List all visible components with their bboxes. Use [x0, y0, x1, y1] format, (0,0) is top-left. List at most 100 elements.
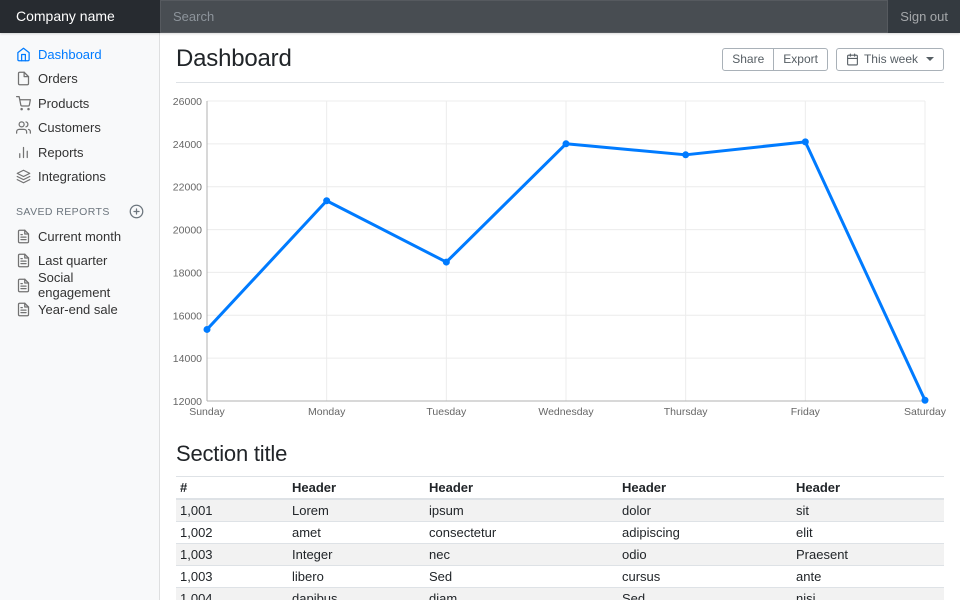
file-text-icon [16, 253, 31, 268]
svg-text:Thursday: Thursday [664, 406, 709, 418]
table-cell: dolor [618, 499, 792, 522]
table-row: 1,001Loremipsumdolorsit [176, 499, 944, 522]
saved-reports-list: Current month Last quarter Social engage… [0, 224, 160, 322]
svg-text:24000: 24000 [173, 139, 202, 151]
table-cell: ante [792, 566, 944, 588]
page-title: Dashboard [176, 45, 292, 73]
table-cell: odio [618, 544, 792, 566]
this-week-label: This week [864, 52, 918, 66]
svg-text:18000: 18000 [173, 267, 202, 279]
top-navbar: Company name Sign out [0, 0, 960, 33]
column-header: Header [288, 477, 425, 500]
table-cell: nec [425, 544, 618, 566]
column-header: Header [425, 477, 618, 500]
table-cell: 1,004 [176, 588, 288, 600]
svg-text:20000: 20000 [173, 225, 202, 237]
svg-text:Saturday: Saturday [904, 406, 947, 418]
table-cell: adipiscing [618, 522, 792, 544]
main-content: Dashboard Share Export This week 1200014… [160, 33, 960, 600]
shopping-cart-icon [16, 96, 31, 111]
sign-out-link[interactable]: Sign out [888, 0, 960, 33]
bar-chart-icon [16, 145, 31, 160]
svg-text:Tuesday: Tuesday [426, 406, 467, 418]
table-cell: libero [288, 566, 425, 588]
sidebar-item-label: Customers [38, 120, 101, 135]
home-icon [16, 47, 31, 62]
users-icon [16, 120, 31, 135]
sidebar-item-orders[interactable]: Orders [0, 67, 160, 92]
table-cell: ipsum [425, 499, 618, 522]
share-button[interactable]: Share [722, 48, 774, 71]
caret-down-icon [926, 57, 934, 61]
sidebar-item-label: Social engagement [38, 270, 144, 300]
file-text-icon [16, 278, 31, 293]
sidebar-item-year-end-sale[interactable]: Year-end sale [0, 298, 160, 323]
table-row: 1,002ametconsecteturadipiscingelit [176, 522, 944, 544]
table-cell: 1,003 [176, 566, 288, 588]
table-head: #HeaderHeaderHeaderHeader [176, 477, 944, 500]
table-row: 1,003IntegernecodioPraesent [176, 544, 944, 566]
svg-text:26000: 26000 [173, 96, 202, 108]
table-cell: nisi [792, 588, 944, 600]
layers-icon [16, 169, 31, 184]
file-text-icon [16, 229, 31, 244]
column-header: # [176, 477, 288, 500]
table-cell: 1,003 [176, 544, 288, 566]
table-cell: Sed [425, 566, 618, 588]
table-cell: 1,002 [176, 522, 288, 544]
column-header: Header [792, 477, 944, 500]
plus-circle-icon[interactable] [129, 204, 144, 219]
sidebar-item-label: Year-end sale [38, 302, 118, 317]
saved-reports-label: Saved reports [16, 206, 110, 218]
sidebar-item-label: Orders [38, 71, 78, 86]
table-cell: Sed [618, 588, 792, 600]
traffic-chart: 1200014000160001800020000220002400026000… [176, 92, 944, 426]
svg-text:Wednesday: Wednesday [538, 406, 594, 418]
file-icon [16, 71, 31, 86]
sidebar-item-dashboard[interactable]: Dashboard [0, 42, 160, 67]
toolbar: Share Export This week [722, 48, 944, 71]
svg-text:14000: 14000 [173, 353, 202, 365]
table-cell: Integer [288, 544, 425, 566]
sidebar-item-label: Dashboard [38, 47, 102, 62]
table-cell: 1,001 [176, 499, 288, 522]
export-button[interactable]: Export [773, 48, 828, 71]
svg-text:16000: 16000 [173, 310, 202, 322]
search-input[interactable] [160, 0, 888, 33]
table-cell: Lorem [288, 499, 425, 522]
sidebar-item-label: Current month [38, 229, 121, 244]
table-cell: elit [792, 522, 944, 544]
table-row: 1,003liberoSedcursusante [176, 566, 944, 588]
share-export-group: Share Export [722, 48, 828, 71]
sidebar-item-label: Integrations [38, 169, 106, 184]
page-header: Dashboard Share Export This week [176, 45, 944, 83]
sidebar-item-social-engagement[interactable]: Social engagement [0, 273, 160, 298]
table-cell: cursus [618, 566, 792, 588]
calendar-icon [846, 53, 859, 66]
header-row: #HeaderHeaderHeaderHeader [176, 477, 944, 500]
table-cell: dapibus [288, 588, 425, 600]
column-header: Header [618, 477, 792, 500]
table-cell: amet [288, 522, 425, 544]
sidebar-item-integrations[interactable]: Integrations [0, 165, 160, 190]
svg-text:Sunday: Sunday [189, 406, 225, 418]
table-body: 1,001Loremipsumdolorsit1,002ametconsecte… [176, 499, 944, 600]
file-text-icon [16, 302, 31, 317]
sidebar-item-reports[interactable]: Reports [0, 140, 160, 165]
saved-reports-heading: Saved reports [0, 204, 160, 219]
sidebar: Dashboard Orders Products Customers Repo… [0, 33, 160, 600]
section-title: Section title [176, 441, 944, 467]
svg-text:Monday: Monday [308, 406, 346, 418]
sidebar-item-customers[interactable]: Customers [0, 116, 160, 141]
chart-container: 1200014000160001800020000220002400026000… [176, 92, 944, 426]
this-week-dropdown[interactable]: This week [836, 48, 944, 71]
sidebar-item-label: Products [38, 96, 89, 111]
sidebar-nav: Dashboard Orders Products Customers Repo… [0, 42, 160, 189]
table-cell: diam [425, 588, 618, 600]
table-cell: consectetur [425, 522, 618, 544]
sidebar-item-current-month[interactable]: Current month [0, 224, 160, 249]
sidebar-item-products[interactable]: Products [0, 91, 160, 116]
data-table: #HeaderHeaderHeaderHeader 1,001Loremipsu… [176, 476, 944, 600]
sidebar-item-label: Last quarter [38, 253, 107, 268]
navbar-brand[interactable]: Company name [0, 0, 160, 33]
